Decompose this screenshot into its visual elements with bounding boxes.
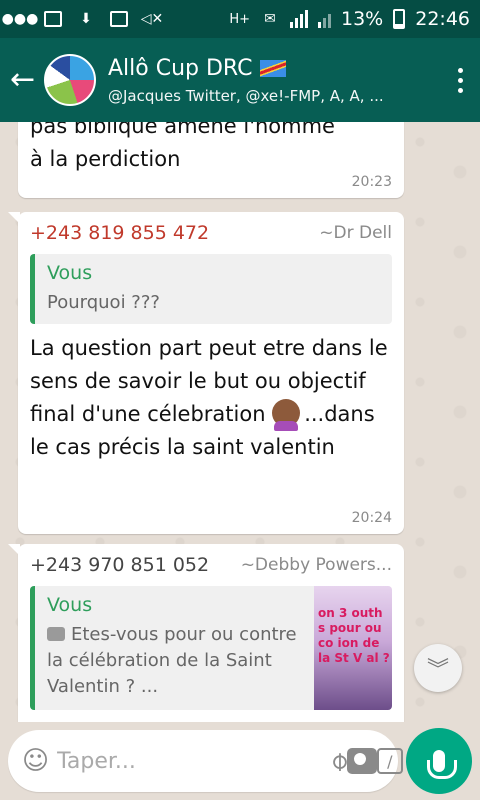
chat-header: ← Allô Cup DRC @Jacques Twitter, @xe!-FM… [0,38,480,122]
message-list[interactable]: pas biblique amène l'homme à la perdicti… [0,122,480,722]
chat-title-text: Allô Cup DRC [108,55,253,81]
camera-icon [346,748,377,774]
sender-number[interactable]: +243 970 851 052 [30,554,209,576]
quote-text: Pourquoi ??? [47,292,160,313]
download-icon: ⬇ [80,11,92,27]
back-arrow-icon[interactable]: ← [10,65,40,95]
shrug-emoji-icon [272,399,301,431]
camera-button[interactable] [346,743,377,779]
signal-icon-2 [318,10,331,28]
more-options-icon[interactable] [440,60,480,100]
quote-thumbnail-text: on 3 outh s pour ou co ion de la St V al… [318,606,390,665]
quoted-message[interactable]: Vous Etes-vous pour ou contre la célébra… [30,586,392,710]
sender-row: +243 819 855 472 ~Dr Dell [30,222,392,244]
sender-number[interactable]: +243 819 855 472 [30,222,209,244]
clock: 22:46 [415,8,470,30]
microphone-icon [427,750,457,779]
message-input-pill: ☺ ⌀ / [8,730,403,792]
battery-icon [393,9,406,29]
chevron-down-icon: ︾ [426,658,449,683]
voice-record-button[interactable] [406,728,472,794]
chat-title-area[interactable]: Allô Cup DRC @Jacques Twitter, @xe!-FMP,… [108,56,440,105]
mute-icon: ◁✕ [140,11,164,27]
sender-row: +243 970 851 052 ~Debby Powers... [30,554,392,576]
quoted-message[interactable]: Vous Pourquoi ??? [30,254,392,324]
chat-bubble-icon: ●●● [1,11,39,27]
message-bubble[interactable]: +243 970 851 052 ~Debby Powers... Vous E… [8,544,404,722]
doodle-button[interactable]: / [376,743,403,779]
message-time: 20:23 [351,174,392,190]
quote-thumbnail-image: on 3 outh s pour ou co ion de la St V al… [314,586,392,710]
signal-icon [290,10,308,28]
quote-author: Vous [47,262,93,284]
message-time: 20:24 [351,510,392,526]
pencil-icon: / [376,748,403,774]
message-icon: ✉ [264,11,276,27]
facebook-icon [44,11,62,27]
sender-name: ~Dr Dell [319,223,392,243]
message-text: pas biblique amène l'homme à la perdicti… [30,122,335,171]
scroll-down-button[interactable]: ︾ [414,644,462,692]
message-bubble[interactable]: +243 819 855 472 ~Dr Dell Vous Pourquoi … [8,212,404,534]
message-text: La question part peut etre dans le sens … [30,332,392,464]
group-avatar[interactable] [44,54,96,106]
chat-participants: @Jacques Twitter, @xe!-FMP, A, A, ... [108,86,384,105]
network-label: H+ [229,11,250,27]
message-input[interactable] [57,748,332,774]
quote-text-content: Etes-vous pour ou contre la célébration … [47,624,297,697]
drc-flag-icon [260,59,287,77]
emoji-icon[interactable]: ☺ [22,743,49,779]
quote-text: Etes-vous pour ou contre la célébration … [47,622,304,700]
status-bar: ●●● ⬇ ◁✕ H+ ✉ 13% 22:46 [0,0,480,38]
facebook-icon [110,11,128,27]
camera-icon [47,627,65,641]
quote-author: Vous [47,594,93,616]
battery-percent: 13% [341,8,384,30]
sender-name: ~Debby Powers... [240,555,392,575]
message-bubble[interactable]: pas biblique amène l'homme à la perdicti… [18,122,404,198]
composer: ☺ ⌀ / [0,722,480,800]
chat-title: Allô Cup DRC [108,56,440,81]
